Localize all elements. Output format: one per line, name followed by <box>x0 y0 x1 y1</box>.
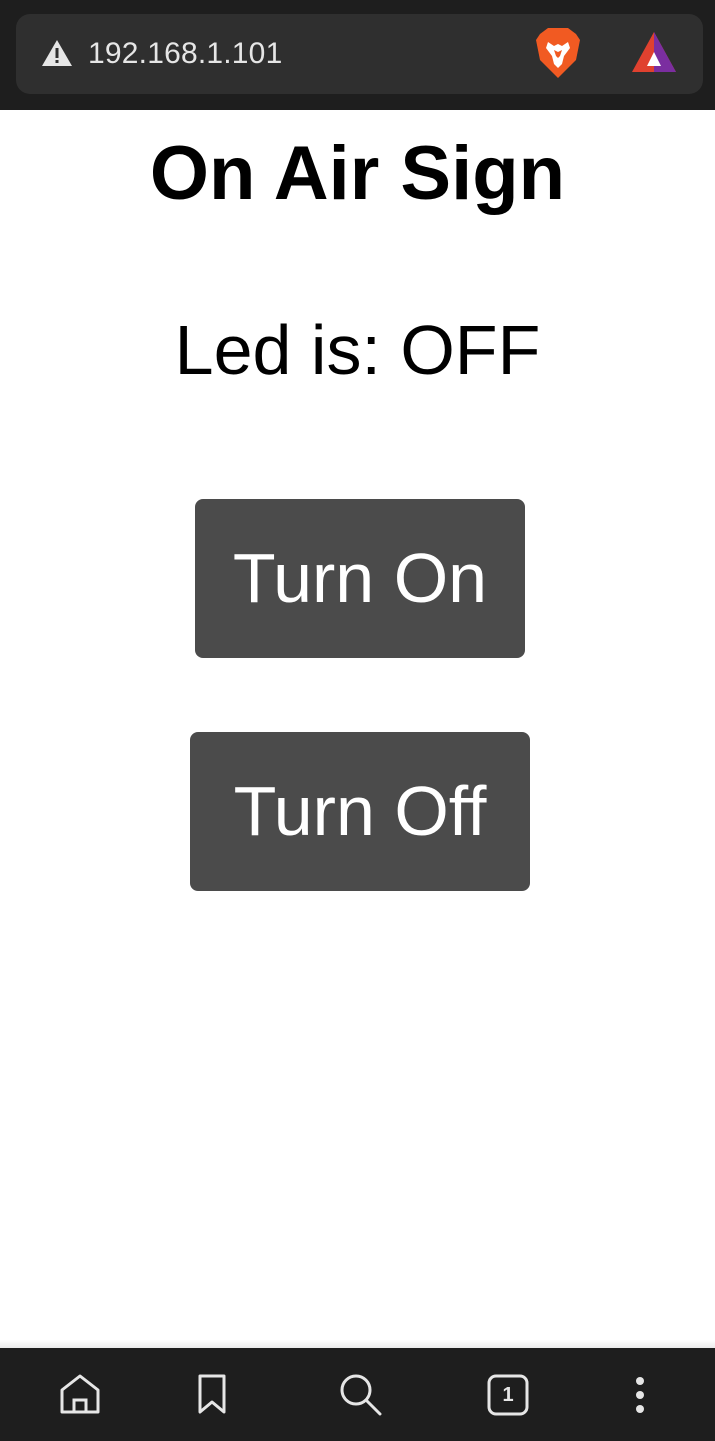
brave-lion-icon[interactable] <box>534 26 582 80</box>
url-text[interactable]: 192.168.1.101 <box>88 34 282 74</box>
home-icon[interactable] <box>56 1368 106 1422</box>
led-status-text: Led is: OFF <box>174 311 541 389</box>
tabs-icon[interactable]: 1 <box>487 1368 537 1422</box>
bottom-bar-shadow <box>0 1340 715 1348</box>
turn-off-button[interactable]: Turn Off <box>190 732 530 891</box>
web-page: On Air Sign Led is: OFF Turn On Turn Off <box>0 110 715 1348</box>
search-icon[interactable] <box>336 1368 386 1422</box>
brave-rewards-icon[interactable] <box>630 30 678 76</box>
page-title: On Air Sign <box>149 131 566 216</box>
tab-count: 1 <box>502 1384 514 1406</box>
more-icon[interactable] <box>620 1368 670 1422</box>
bookmark-icon[interactable] <box>192 1368 242 1422</box>
turn-on-button[interactable]: Turn On <box>195 499 525 658</box>
browser-top-bar: 192.168.1.101 <box>0 0 715 110</box>
warning-triangle-icon[interactable] <box>40 38 74 68</box>
browser-bottom-bar: 1 <box>0 1348 715 1441</box>
